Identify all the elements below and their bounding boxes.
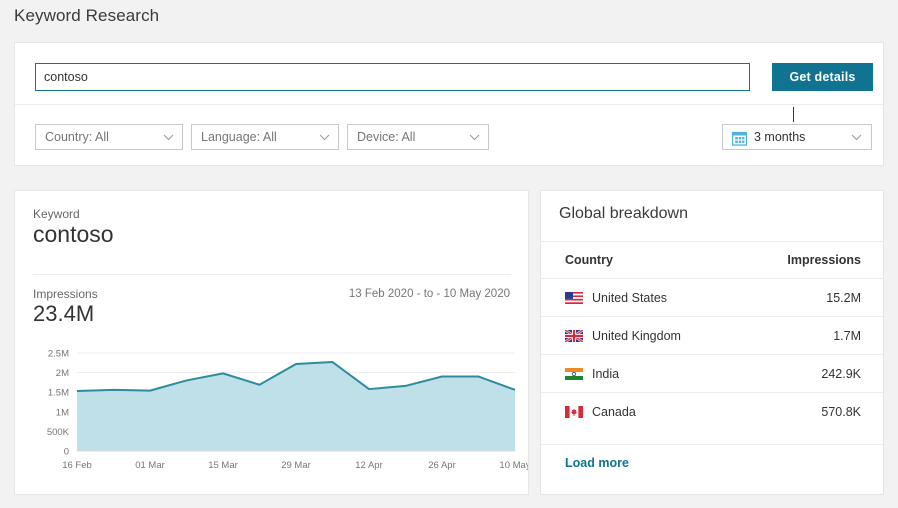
column-header-country: Country [565,253,613,267]
x-axis-tick-label: 29 Mar [281,460,311,471]
get-details-button[interactable]: Get details [772,63,873,91]
chevron-down-icon [469,134,480,141]
chart-date-range: 13 Feb 2020 - to - 10 May 2020 [348,288,510,300]
search-filter-card: Get details Country: All Language: All D… [14,42,884,166]
date-range-dropdown[interactable]: 3 months [722,124,872,150]
chart-canvas: 0 500K 1M 1.5M 2M 2.5M 16 Feb 01 Mar 15 Mar 29 Ma… [47,349,528,472]
table-row[interactable]: India 242.9K [541,354,883,393]
load-more-link[interactable]: Load more [565,456,629,470]
y-axis-tick-label: 1.5M [48,388,69,399]
flag-us-icon [565,291,583,304]
keyword-value: contoso [33,221,114,247]
chevron-down-icon [163,134,174,141]
impressions-area-chart: 0 500K 1M 1.5M 2M 2.5M 16 Feb 01 Mar 15 Mar 29 Ma… [15,341,528,493]
x-axis-tick-label: 16 Feb [62,460,92,471]
table-row[interactable]: Canada 570.8K [541,392,883,431]
calendar-icon [731,130,748,154]
country-name: United Kingdom [592,328,681,343]
chart-area-fill [77,362,515,451]
keyword-label: Keyword [33,207,80,221]
cell-impressions: 242.9K [744,354,883,393]
cell-impressions: 15.2M [744,278,883,317]
device-filter-label: Device: All [357,130,416,144]
x-axis-tick-label: 01 Mar [135,460,165,471]
global-breakdown-card: Global breakdown Country Impressions Uni… [540,190,884,495]
country-name: Canada [592,404,636,419]
card-divider [33,274,511,275]
impressions-label: Impressions [33,287,98,301]
x-axis-tick-label: 15 Mar [208,460,238,471]
keyword-detail-card: Keyword contoso Impressions 23.4M 13 Feb… [14,190,529,495]
table-body: United States 15.2M United Kingdom 1.7M Indi… [541,278,883,431]
cell-country: United States [541,278,745,317]
impressions-value: 23.4M [33,301,95,326]
y-axis-tick-label: 0 [64,447,69,458]
column-header-impressions: Impressions [787,253,861,267]
footer-divider [541,444,883,445]
x-axis-tick-label: 10 May [499,460,528,471]
y-axis-tick-label: 1M [56,407,69,418]
country-name: India [592,366,620,381]
date-range-label: 3 months [754,130,806,144]
device-filter-dropdown[interactable]: Device: All [347,124,489,150]
filters-row: Country: All Language: All Device: All 3… [15,105,883,166]
country-filter-label: Country: All [45,130,109,144]
chevron-down-icon [851,134,862,141]
country-filter-dropdown[interactable]: Country: All [35,124,183,150]
y-axis-tick-label: 2.5M [48,349,69,360]
keyword-search-input[interactable] [35,63,750,91]
cell-impressions: 1.7M [744,316,883,355]
table-row[interactable]: United Kingdom 1.7M [541,316,883,355]
page-title: Keyword Research [14,6,160,25]
x-axis-tick-label: 26 Apr [428,460,455,471]
table-row[interactable]: United States 15.2M [541,278,883,317]
y-axis-tick-label: 500K [47,427,70,438]
language-filter-label: Language: All [201,130,277,144]
cell-country: United Kingdom [541,316,745,355]
cell-country: India [541,354,745,393]
flag-gb-icon [565,329,583,342]
cell-impressions: 570.8K [744,392,883,431]
y-axis-tick-label: 2M [56,368,69,379]
language-filter-dropdown[interactable]: Language: All [191,124,339,150]
keyword-research-page: Keyword Research Get details Country: Al… [0,0,898,508]
x-axis-tick-label: 12 Apr [355,460,382,471]
search-row: Get details [15,43,883,122]
global-breakdown-title: Global breakdown [559,205,688,222]
global-breakdown-table: Country Impressions United States 15.2M Un… [541,242,883,431]
cell-country: Canada [541,392,745,431]
flag-in-icon [565,367,583,380]
chevron-down-icon [319,134,330,141]
flag-ca-icon [565,405,583,418]
table-header-row: Country Impressions [541,242,883,279]
country-name: United States [592,290,668,305]
